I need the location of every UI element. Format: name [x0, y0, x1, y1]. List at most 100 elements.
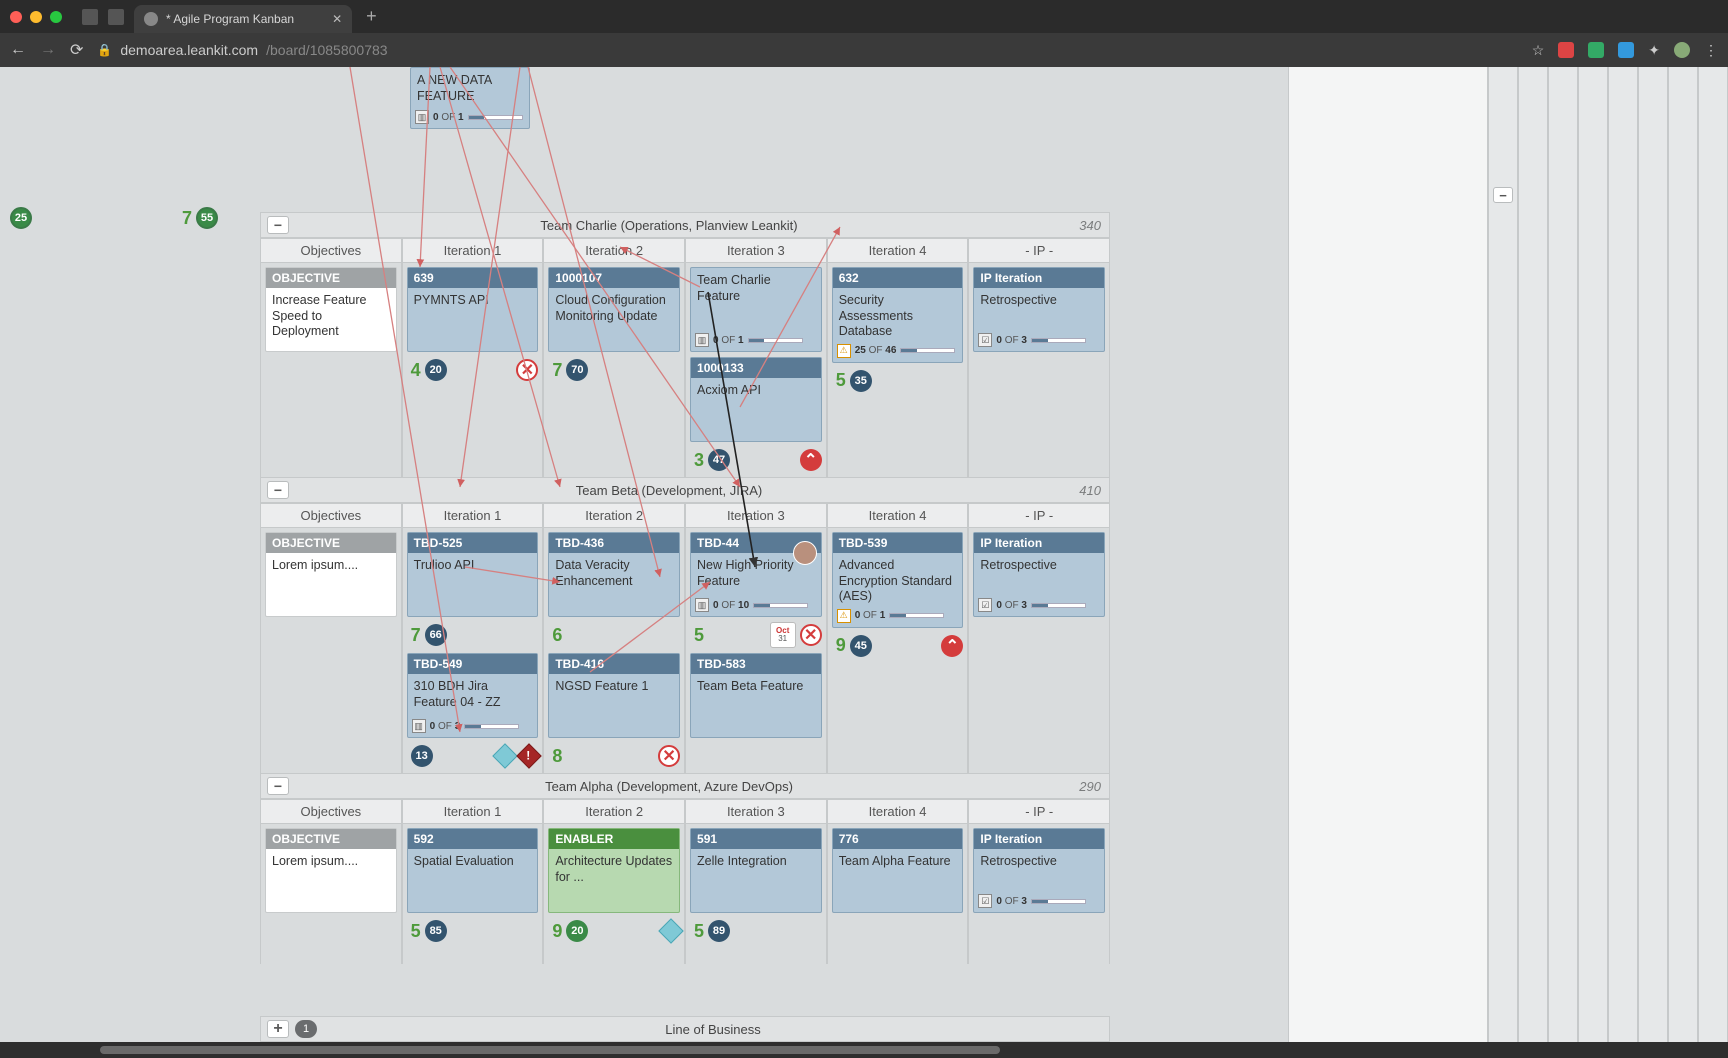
- extension-icon[interactable]: [1618, 42, 1634, 58]
- kanban-card[interactable]: IP IterationRetrospective☑0 OF 3: [973, 828, 1105, 913]
- column-header[interactable]: Iteration 1: [402, 238, 544, 263]
- blocked-icon[interactable]: ✕: [800, 624, 822, 646]
- lane-column[interactable]: 776Team Alpha Feature: [827, 824, 969, 964]
- extension-icon[interactable]: [1558, 42, 1574, 58]
- kanban-card[interactable]: 639PYMNTS API: [407, 267, 539, 352]
- column-header[interactable]: Iteration 4: [827, 799, 969, 824]
- count-badge[interactable]: 89: [708, 920, 730, 942]
- count-badge[interactable]: 85: [425, 920, 447, 942]
- address-bar[interactable]: 🔒 demoarea.leankit.com/board/1085800783: [97, 42, 1517, 58]
- extensions-icon[interactable]: ✦: [1648, 42, 1660, 59]
- kanban-card[interactable]: TBD-549310 BDH Jira Feature 04 - ZZ▥0 OF…: [407, 653, 539, 738]
- column-header[interactable]: Iteration 4: [827, 503, 969, 528]
- kanban-card[interactable]: OBJECTIVELorem ipsum....: [265, 532, 397, 617]
- lane-column[interactable]: IP IterationRetrospective☑0 OF 3: [968, 263, 1110, 477]
- collapsed-lane[interactable]: −: [1488, 67, 1518, 1042]
- column-header[interactable]: Iteration 3: [685, 503, 827, 528]
- back-button[interactable]: ←: [10, 41, 26, 59]
- column-header[interactable]: Objectives: [260, 503, 402, 528]
- count-badge[interactable]: 45: [850, 635, 872, 657]
- column-header[interactable]: Iteration 2: [543, 503, 685, 528]
- horizontal-scrollbar[interactable]: [0, 1042, 1728, 1058]
- expand-icon[interactable]: +: [267, 1020, 289, 1038]
- kanban-card[interactable]: TBD-436Data Veracity Enhancement: [548, 532, 680, 617]
- extension-icon[interactable]: [108, 9, 124, 25]
- column-header[interactable]: Iteration 2: [543, 799, 685, 824]
- bookmark-icon[interactable]: ☆: [1532, 42, 1545, 59]
- collapsed-lane[interactable]: [1578, 67, 1608, 1042]
- lane-column[interactable]: IP IterationRetrospective☑0 OF 3: [968, 824, 1110, 964]
- kanban-card[interactable]: TBD-416NGSD Feature 1: [548, 653, 680, 738]
- count-badge[interactable]: 47: [708, 449, 730, 471]
- extension-icon[interactable]: [1588, 42, 1604, 58]
- lane-column[interactable]: TBD-539Advanced Encryption Standard (AES…: [827, 528, 969, 773]
- lane-column[interactable]: ENABLERArchitecture Updates for ...920: [543, 824, 685, 964]
- column-header[interactable]: Iteration 2: [543, 238, 685, 263]
- lane-column[interactable]: 592Spatial Evaluation585: [402, 824, 544, 964]
- count-badge[interactable]: 66: [425, 624, 447, 646]
- column-header[interactable]: - IP -: [968, 799, 1110, 824]
- column-header[interactable]: Objectives: [260, 799, 402, 824]
- lane-column[interactable]: TBD-436Data Veracity Enhancement6TBD-416…: [543, 528, 685, 773]
- expand-up-icon[interactable]: ⌃: [800, 449, 822, 471]
- column-header[interactable]: Iteration 1: [402, 503, 544, 528]
- collapsed-lane[interactable]: [1548, 67, 1578, 1042]
- minimize-window-icon[interactable]: [30, 11, 42, 23]
- collapsed-lane[interactable]: [1698, 67, 1728, 1042]
- kanban-card[interactable]: TBD-525Trulioo API: [407, 532, 539, 617]
- count-badge[interactable]: 70: [566, 359, 588, 381]
- collapsed-lane[interactable]: [1608, 67, 1638, 1042]
- kanban-card[interactable]: TBD-539Advanced Encryption Standard (AES…: [832, 532, 964, 628]
- kanban-card[interactable]: OBJECTIVELorem ipsum....: [265, 828, 397, 913]
- lane-column[interactable]: Team Charlie Feature▥0 OF 11000133Acxiom…: [685, 263, 827, 477]
- kanban-card[interactable]: IP IterationRetrospective☑0 OF 3: [973, 532, 1105, 617]
- lane-column[interactable]: TBD-44New High Priority Feature▥0 OF 105…: [685, 528, 827, 773]
- kanban-card[interactable]: IP IterationRetrospective☑0 OF 3: [973, 267, 1105, 352]
- collapsed-lane[interactable]: [1638, 67, 1668, 1042]
- kanban-card[interactable]: OBJECTIVEIncrease Feature Speed to Deplo…: [265, 267, 397, 352]
- column-header[interactable]: - IP -: [968, 503, 1110, 528]
- count-badge[interactable]: 35: [850, 370, 872, 392]
- column-header[interactable]: Iteration 3: [685, 799, 827, 824]
- lane-column[interactable]: 591Zelle Integration589: [685, 824, 827, 964]
- blocked-icon[interactable]: ✕: [516, 359, 538, 381]
- count-badge[interactable]: 20: [425, 359, 447, 381]
- lane-column[interactable]: 632Security Assessments Database⚠25 OF 4…: [827, 263, 969, 477]
- collapse-icon[interactable]: −: [267, 481, 289, 499]
- partial-card[interactable]: A NEW DATA FEATURE ▥0 OF 1: [410, 67, 530, 129]
- kanban-card[interactable]: Team Charlie Feature▥0 OF 1: [690, 267, 822, 352]
- kanban-card[interactable]: 1000107Cloud Configuration Monitoring Up…: [548, 267, 680, 352]
- blocked-icon[interactable]: ✕: [658, 745, 680, 767]
- column-header[interactable]: - IP -: [968, 238, 1110, 263]
- kanban-card[interactable]: 592Spatial Evaluation: [407, 828, 539, 913]
- lane-column[interactable]: 639PYMNTS API420✕: [402, 263, 544, 477]
- lane-column[interactable]: OBJECTIVELorem ipsum....: [260, 824, 402, 964]
- kanban-card[interactable]: TBD-583Team Beta Feature: [690, 653, 822, 738]
- collapsed-lane[interactable]: [1518, 67, 1548, 1042]
- kanban-card[interactable]: ENABLERArchitecture Updates for ...: [548, 828, 680, 913]
- collapsed-swimlane[interactable]: + 1 Line of Business: [260, 1016, 1110, 1042]
- lane-column[interactable]: TBD-525Trulioo API766TBD-549310 BDH Jira…: [402, 528, 544, 773]
- collapse-icon[interactable]: −: [267, 216, 289, 234]
- close-window-icon[interactable]: [10, 11, 22, 23]
- lane-column[interactable]: IP IterationRetrospective☑0 OF 3: [968, 528, 1110, 773]
- reload-button[interactable]: ⟳: [70, 40, 83, 60]
- lane-column[interactable]: OBJECTIVEIncrease Feature Speed to Deplo…: [260, 263, 402, 477]
- avatar[interactable]: [793, 541, 817, 565]
- extension-icon[interactable]: [82, 9, 98, 25]
- kanban-card[interactable]: 1000133Acxiom API: [690, 357, 822, 442]
- forward-button[interactable]: →: [40, 41, 56, 59]
- lane-column[interactable]: OBJECTIVELorem ipsum....: [260, 528, 402, 773]
- close-tab-icon[interactable]: ✕: [332, 12, 342, 26]
- column-header[interactable]: Objectives: [260, 238, 402, 263]
- window-controls[interactable]: [10, 11, 62, 23]
- count-badge[interactable]: 13: [411, 745, 433, 767]
- count-badge[interactable]: 20: [566, 920, 588, 942]
- column-header[interactable]: Iteration 3: [685, 238, 827, 263]
- menu-icon[interactable]: ⋮: [1704, 42, 1718, 59]
- collapse-icon[interactable]: −: [267, 777, 289, 795]
- lane-header[interactable]: − Team Charlie (Operations, Planview Lea…: [260, 212, 1110, 238]
- lane-column[interactable]: 1000107Cloud Configuration Monitoring Up…: [543, 263, 685, 477]
- lane-header[interactable]: − Team Beta (Development, JIRA) 410: [260, 477, 1110, 503]
- lane-header[interactable]: − Team Alpha (Development, Azure DevOps)…: [260, 773, 1110, 799]
